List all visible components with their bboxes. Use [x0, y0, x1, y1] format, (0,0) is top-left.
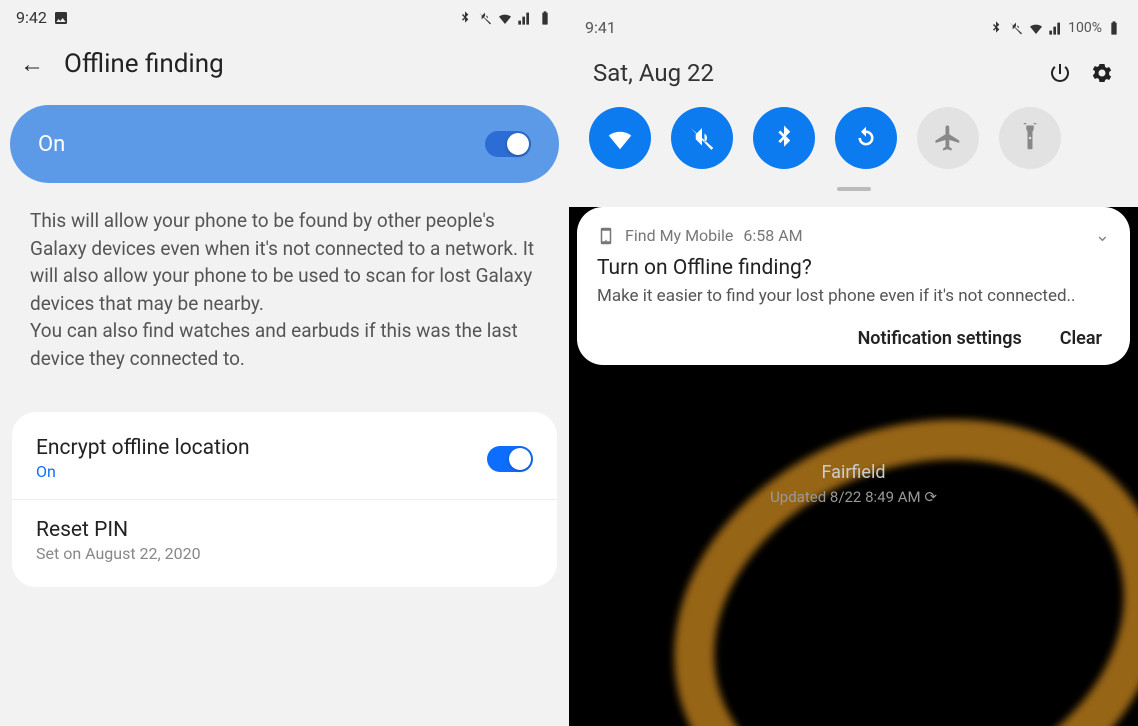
image-icon [53, 10, 69, 26]
status-bar: 9:41 100% [569, 0, 1138, 41]
battery-percent: 100% [1068, 20, 1102, 36]
quick-settings [587, 101, 1120, 187]
gear-icon[interactable] [1090, 61, 1114, 85]
notification-card[interactable]: Find My Mobile 6:58 AM ⌄ Turn on Offline… [577, 207, 1130, 365]
battery-icon [537, 10, 553, 26]
encrypt-switch[interactable] [487, 446, 533, 472]
status-time: 9:41 [585, 18, 616, 37]
qs-airplane[interactable] [917, 107, 979, 169]
notification-settings-button[interactable]: Notification settings [858, 328, 1022, 349]
qs-wifi[interactable] [589, 107, 651, 169]
back-icon[interactable]: ← [20, 50, 44, 79]
switch-icon[interactable] [485, 131, 531, 157]
shade-date: Sat, Aug 22 [593, 59, 714, 87]
find-my-mobile-icon [597, 227, 615, 245]
notif-title: Turn on Offline finding? [597, 256, 1110, 280]
settings-card: Encrypt offline location On Reset PIN Se… [12, 412, 557, 587]
wifi-icon [1028, 20, 1044, 36]
toggle-label: On [38, 132, 65, 157]
notification-shade: Sat, Aug 22 [569, 41, 1138, 207]
chevron-down-icon[interactable]: ⌄ [1095, 225, 1110, 246]
qs-sound[interactable] [671, 107, 733, 169]
weather-updated: Updated 8/22 8:49 AM ⟳ [569, 488, 1138, 506]
encrypt-title: Encrypt offline location [36, 436, 250, 460]
signal-icon [1048, 20, 1064, 36]
mute-icon [1008, 20, 1024, 36]
encrypt-row[interactable]: Encrypt offline location On [12, 418, 557, 499]
notif-time: 6:58 AM [743, 226, 802, 245]
battery-icon [1106, 20, 1122, 36]
drag-handle[interactable] [837, 187, 871, 191]
page-header: ← Offline finding [0, 31, 569, 105]
mute-icon [477, 10, 493, 26]
reset-title: Reset PIN [36, 518, 201, 542]
weather-location: Fairfield [569, 462, 1138, 483]
status-bar: 9:42 [0, 0, 569, 31]
bluetooth-icon [988, 20, 1004, 36]
encrypt-status: On [36, 462, 250, 481]
reset-sub: Set on August 22, 2020 [36, 544, 201, 563]
settings-screen: 9:42 ← Offline finding On This will allo… [0, 0, 569, 726]
bluetooth-icon [457, 10, 473, 26]
notif-body: Make it easier to find your lost phone e… [597, 286, 1110, 306]
status-time: 9:42 [16, 8, 47, 27]
offline-finding-toggle[interactable]: On [10, 105, 559, 183]
wifi-icon [497, 10, 513, 26]
qs-rotate[interactable] [835, 107, 897, 169]
signal-icon [517, 10, 533, 26]
notification-shade-screen: Fairfield Updated 8/22 8:49 AM ⟳ 9:41 10… [569, 0, 1138, 726]
description-text: This will allow your phone to be found b… [0, 183, 569, 402]
reset-pin-row[interactable]: Reset PIN Set on August 22, 2020 [12, 499, 557, 581]
qs-bluetooth[interactable] [753, 107, 815, 169]
power-icon[interactable] [1048, 61, 1072, 85]
page-title: Offline finding [64, 49, 224, 79]
clear-button[interactable]: Clear [1060, 328, 1102, 349]
qs-flashlight[interactable] [999, 107, 1061, 169]
notif-app-name: Find My Mobile [625, 226, 733, 245]
